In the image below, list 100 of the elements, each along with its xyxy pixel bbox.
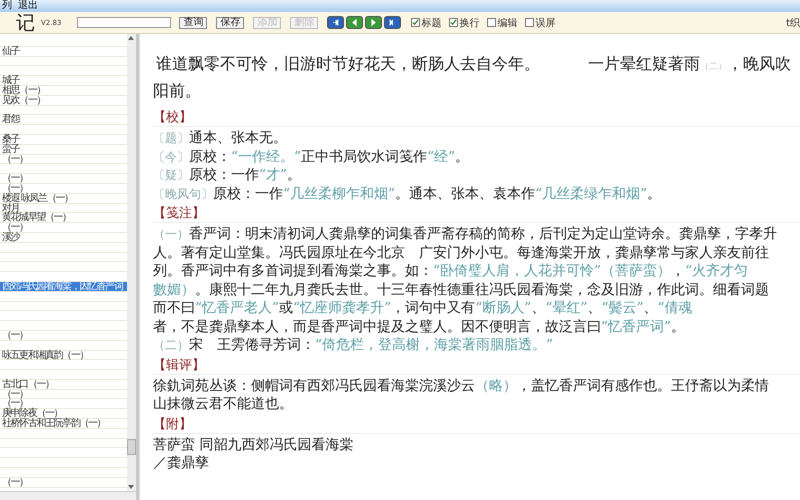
body-text: 香严词：明末清初词人龚鼎孳的词集香严斋存稿的简称，后刊定为定山堂诗余。龚鼎孳，字孝升 [189,226,777,242]
list-item[interactable]: （一） [0,478,127,488]
body-text: 原校：一作 [213,186,283,202]
body-text: 阳前。 [153,81,201,100]
list-item[interactable]: 仙子 [0,46,127,57]
checkbox[interactable] [449,18,458,27]
last-button[interactable] [384,16,402,29]
body-text: 列。香严词中有多首词提到看海棠之事。如： [153,263,433,279]
quoted-text: “鬓云” [601,300,644,316]
section-heading: 【笺注】 [153,206,800,223]
vertical-scrollbar[interactable] [127,34,136,491]
horizontal-scrollbar[interactable] [0,491,136,500]
body-text: 、 [644,300,658,316]
quoted-text: 數媚） [153,282,195,298]
toolbar-label: t织 [786,16,800,30]
quoted-text: “几丝柔绿乍和烟” [535,186,648,202]
body-text: 。通本、张本、袁本作 [395,186,536,202]
list-item[interactable]: （一） [0,390,127,400]
quoted-text: （略） [475,378,517,394]
body-text: 菩萨蛮 同韶九西郊冯氏园看海棠 [153,436,354,452]
quoted-text: “才” [259,167,288,183]
menu-item[interactable]: 列 [2,0,12,12]
body-text: 。 [287,167,302,183]
body-text: 而不曰 [153,300,195,316]
body-text: 。 [455,148,470,164]
body-text: 。 [671,318,686,334]
body-text: 正中书局饮水词笺作 [301,148,428,164]
list-item[interactable]: 楼遐 咏凤兰（一） [0,194,127,204]
list-item[interactable]: （一） [0,184,127,194]
left-arrow-icon [331,18,340,27]
quoted-text: “倩魂 [658,300,693,316]
body-text: 谁道飘零不可怜，旧游时节好花天，断肠人去自今年。 一片晕红疑著雨 [156,54,700,73]
list-item[interactable]: 溪沙 [0,232,127,243]
body-text: 者，不是龚鼎孳本人，而是香严词中提及之璧人。因不便明言，故泛言曰 [153,318,601,334]
checkbox-label[interactable]: 换行 [459,16,480,30]
scroll-thumb[interactable] [127,439,136,455]
left-arrow-icon [350,18,360,27]
list-item[interactable]: 君怨 [0,115,127,126]
toolbar-button[interactable]: 保存 [216,16,244,28]
right-arrow-icon [369,18,378,27]
list-item[interactable]: 桑子 [0,134,127,145]
body-text: 。康熙十二年九月龚氏去世。十三年春性德重往冯氏园看海棠，念及旧游，作此词。细看词题 [195,282,769,298]
section-heading: 【附】 [153,416,800,434]
list-item[interactable]: 西郊冯氏园看海棠，因忆香严词 [0,282,127,292]
body-text: 通本、张本无。 [189,130,287,146]
search-field[interactable] [77,17,172,28]
body-text: 或 [279,300,294,316]
body-text: ，词句中又有 [391,300,476,316]
note-marker: （二） [153,338,189,352]
body-text: ，晚风吹 [727,54,791,73]
list-item[interactable]: 相思（一） [0,86,127,96]
quoted-text: “忆座师龚孝升” [293,300,392,316]
list-item[interactable]: （一） [0,154,127,164]
body-text: 、 [531,300,546,316]
body-text: ， [671,263,686,279]
checkbox-label[interactable]: 误屏 [535,16,556,30]
menu-item[interactable]: 退出 [18,0,38,12]
quoted-text: “卧倚璧人肩，人花并可怜” [433,263,602,279]
body-text: 、 [587,300,602,316]
quoted-text: “经” [427,148,456,164]
list-item[interactable]: 咏五更和湘真韵（一） [0,350,127,360]
note-marker: （一） [153,227,189,241]
first-button[interactable] [327,16,344,29]
section-heading: 【校】 [153,110,800,127]
checkbox-label[interactable]: 标题 [421,16,442,30]
note-marker: 〔疑〕 [153,168,189,182]
note-marker: 〔题〕 [153,131,189,145]
list-item[interactable]: 黄花城早望（一） [0,213,127,224]
toolbar-button[interactable]: 查询 [179,16,208,28]
quoted-text: “火齐才匀 [685,263,748,279]
checkbox-label[interactable]: 编辑 [497,16,518,30]
list-item[interactable]: 蛮子 [0,144,127,155]
quoted-text: “忆香严老人” [195,300,280,316]
body-text: ，盖忆香严词有感作也。王伃斋以为柔情 [517,378,769,394]
checkbox[interactable] [487,18,496,27]
body-text: 山抹微云君不能道也。 [153,396,293,412]
list-item[interactable]: 社桥怀古和王阮亭韵（一） [0,419,127,429]
quoted-text: “一作经。” [231,148,302,164]
list-item[interactable]: （一） [0,223,127,233]
previous-button[interactable] [346,16,364,29]
next-button[interactable] [365,16,382,29]
body-text: ／龚鼎孳 [153,455,209,471]
list-item[interactable]: （一） [0,174,127,184]
quoted-text: （菩萨蛮） [601,263,672,279]
list-item[interactable]: 城子 [0,76,127,86]
quoted-text: “断肠人” [475,300,532,316]
body-text: 人。著有定山堂集。冯氏园原址在今北京 广安门外小屯。每逢海棠开放，龚鼎孳常与家人亲友前往 [153,244,769,260]
checkbox[interactable] [411,18,420,27]
list-item[interactable]: （一） [0,330,127,341]
list-item[interactable]: 古北口（一） [0,380,127,390]
quoted-text: “倚危栏，登高榭，海棠著雨胭脂透。” [315,337,554,353]
body-text: 宋 王雱倦寻芳词： [189,337,315,353]
quoted-text: “忆香严词” [601,318,672,334]
body-text: 原校： [189,148,231,164]
list-item[interactable]: 见欢（一） [0,96,127,106]
note-marker: （二） [700,62,727,72]
checkbox[interactable] [525,18,534,27]
body-text: 。 [647,186,662,202]
section-heading: 【辑评】 [153,358,800,374]
body-text: 徐釚词苑丛谈：侧帽词有西郊冯氏园看海棠浣溪沙云 [153,378,475,394]
